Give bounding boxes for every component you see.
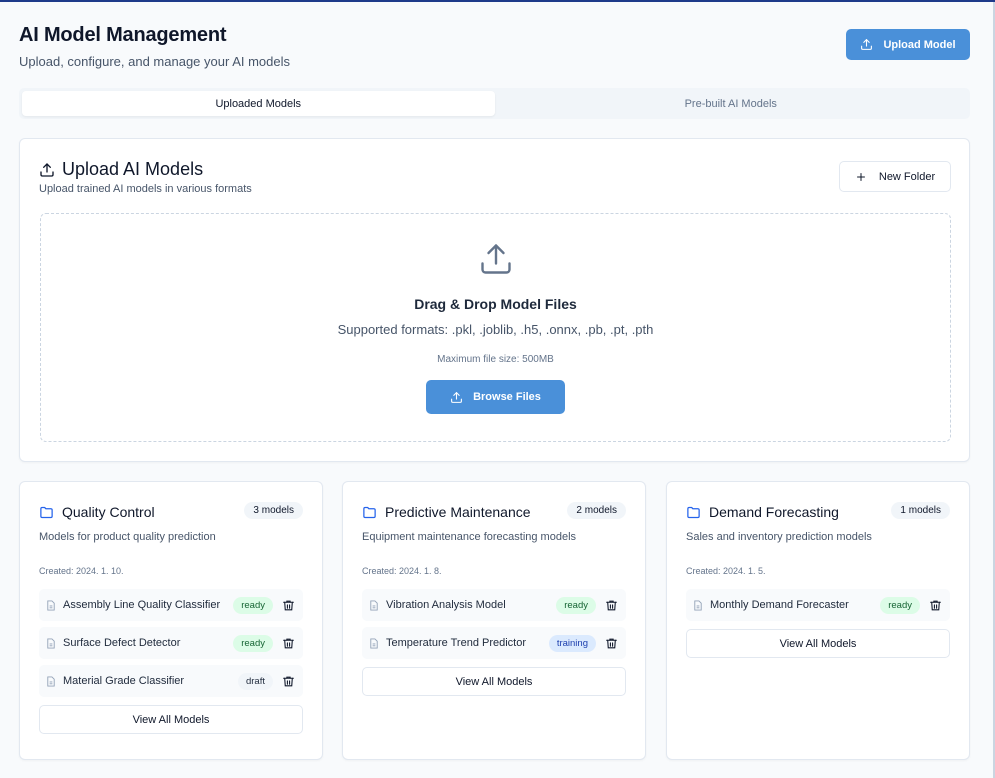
dropzone-title: Drag & Drop Model Files [414,296,577,312]
upload-card-title: Upload AI Models [62,159,204,179]
tab-prebuilt-models[interactable]: Pre-built AI Models [495,91,968,116]
trash-icon[interactable] [605,599,618,612]
trash-icon[interactable] [282,637,295,650]
file-icon [47,637,55,649]
file-icon [47,675,55,687]
file-icon [370,637,378,649]
folder-description: Sales and inventory prediction models [686,531,872,543]
status-badge: training [548,634,596,652]
view-all-models-button[interactable]: View All Models [362,667,626,696]
folder-icon [40,506,53,518]
upload-icon [481,244,511,274]
tab-bar: Uploaded Models Pre-built AI Models [19,88,970,119]
folder-icon [363,506,376,518]
upload-card: Upload AI Models Upload trained AI model… [19,138,970,462]
view-all-models-button[interactable]: View All Models [39,705,303,734]
model-list: Assembly Line Quality Classifier ready S… [39,589,303,734]
model-count-badge: 1 models [891,502,950,519]
folder-card: Demand Forecasting 1 models Sales and in… [666,481,970,760]
page-header: AI Model Management Upload, configure, a… [19,24,290,69]
tab-uploaded-models[interactable]: Uploaded Models [22,91,495,116]
upload-card-description: Upload trained AI models in various form… [39,183,252,195]
page-subtitle: Upload, configure, and manage your AI mo… [19,54,291,69]
folder-card: Predictive Maintenance 2 models Equipmen… [342,481,646,760]
trash-icon[interactable] [929,599,942,612]
folder-description: Models for product quality prediction [39,531,216,543]
model-row[interactable]: Assembly Line Quality Classifier ready [39,589,303,621]
model-name: Assembly Line Quality Classifier [63,599,221,611]
model-row[interactable]: Temperature Trend Predictor training [362,627,626,659]
model-row[interactable]: Vibration Analysis Model ready [362,589,626,621]
browse-files-button[interactable]: Browse Files [426,380,565,414]
model-count-badge: 2 models [567,502,626,519]
folder-description: Equipment maintenance forecasting models [362,531,577,543]
status-badge: draft [237,672,273,690]
model-list: Vibration Analysis Model ready Temperatu… [362,589,626,696]
supported-formats: Supported formats: .pkl, .joblib, .h5, .… [337,322,654,337]
model-row[interactable]: Surface Defect Detector ready [39,627,303,659]
view-all-models-button[interactable]: View All Models [686,629,950,658]
trash-icon[interactable] [282,599,295,612]
file-icon [694,599,702,611]
upload-icon [861,39,873,50]
status-badge: ready [556,596,596,614]
folder-card: Quality Control 3 models Models for prod… [19,481,323,760]
model-name: Monthly Demand Forecaster [710,599,849,611]
upload-icon [451,391,462,403]
max-file-size: Maximum file size: 500MB [437,354,554,365]
status-badge: ready [233,596,273,614]
plus-icon [856,172,865,181]
upload-card-header: Upload AI Models Upload trained AI model… [39,159,252,195]
folder-created-date: Created: 2024. 1. 5. [686,566,766,576]
upload-model-button[interactable]: Upload Model [846,29,970,60]
trash-icon[interactable] [605,637,618,650]
model-row[interactable]: Material Grade Classifier draft [39,665,303,697]
status-badge: ready [880,596,920,614]
upload-icon [40,162,54,177]
folder-title: Demand Forecasting [709,504,839,520]
upload-model-label: Upload Model [883,38,956,51]
model-name: Surface Defect Detector [63,637,181,649]
file-dropzone[interactable]: Drag & Drop Model Files Supported format… [40,213,951,442]
model-list: Monthly Demand Forecaster ready View All… [686,589,950,658]
file-icon [47,599,55,611]
status-badge: ready [233,634,273,652]
model-name: Material Grade Classifier [63,675,185,687]
model-row[interactable]: Monthly Demand Forecaster ready [686,589,950,621]
model-name: Vibration Analysis Model [386,599,506,611]
folder-created-date: Created: 2024. 1. 10. [39,566,124,576]
folder-title: Quality Control [62,504,155,520]
new-folder-label: New Folder [878,170,936,183]
folder-icon [687,506,700,518]
file-icon [370,599,378,611]
trash-icon[interactable] [282,675,295,688]
folder-title: Predictive Maintenance [385,504,531,520]
folder-created-date: Created: 2024. 1. 8. [362,566,442,576]
model-count-badge: 3 models [244,502,303,519]
new-folder-button[interactable]: New Folder [839,161,951,192]
page-title: AI Model Management [19,24,227,46]
model-name: Temperature Trend Predictor [386,637,527,649]
browse-files-label: Browse Files [473,391,541,403]
